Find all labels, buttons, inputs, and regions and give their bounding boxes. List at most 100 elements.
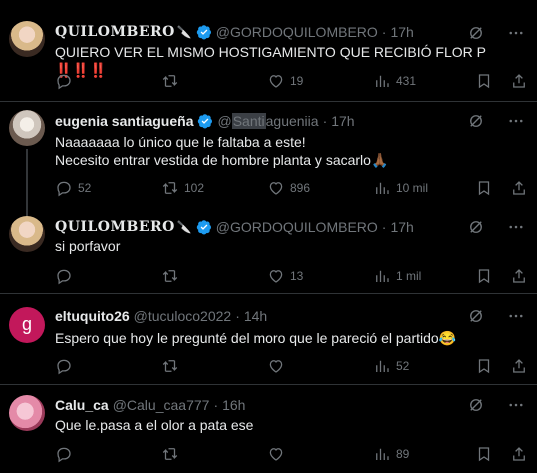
grok-icon[interactable] [467,112,485,130]
verified-badge-icon [196,220,211,235]
more-icon[interactable] [507,396,525,414]
tweet-1[interactable]: QUILOMBERO 🔪 @GORDOQUILOMBERO · 17h QUIE… [0,0,537,101]
views-button[interactable]: 89 [373,445,409,463]
share-button[interactable] [510,179,528,197]
thread-line [26,149,28,219]
knife-emoji: 🔪 [176,220,192,234]
share-button[interactable] [510,72,528,90]
tweet-text-body: QUIERO VER EL MISMO HOSTIGAMIENTO QUE RE… [55,44,486,60]
tweet-header: QUILOMBERO 🔪 @GORDOQUILOMBERO · 17h [55,218,414,236]
more-icon[interactable] [507,112,525,130]
bookmark-icon [478,269,490,284]
share-button[interactable] [510,357,528,375]
separator-dot: · [381,24,387,40]
display-name[interactable]: QUILOMBERO [55,219,175,235]
like-button[interactable]: 19 [267,72,303,90]
views-button[interactable]: 52 [373,357,409,375]
top-icons [467,24,525,42]
views-count: 431 [396,74,417,88]
views-button[interactable]: 431 [373,72,416,90]
tweet-4[interactable]: g eltuquito26 @tuculoco2022 · 14h Espero… [0,294,537,383]
reply-button[interactable] [55,267,78,285]
views-button[interactable]: 10 mil [373,179,428,197]
more-icon[interactable] [507,24,525,42]
views-button[interactable]: 1 mil [373,267,421,285]
display-name[interactable]: eltuquito26 [55,308,130,324]
display-name[interactable]: eugenia santiagueña [55,113,193,129]
like-icon [269,360,283,373]
retweet-icon [162,182,178,194]
verified-badge-icon [196,25,211,40]
bookmark-icon [478,447,490,462]
more-icon[interactable] [507,218,525,236]
like-button[interactable] [267,445,290,463]
reply-button[interactable] [55,357,78,375]
retweet-button[interactable] [161,357,184,375]
separator-dot: · [213,397,219,413]
bookmark-icon [478,359,490,374]
handle[interactable]: @Calu_caa777 [113,397,210,413]
tweet-header: eugenia santiagueña @Santiagueniia · 17h [55,112,355,130]
retweet-button[interactable]: 102 [161,179,204,197]
display-name[interactable]: QUILOMBERO [55,24,175,40]
like-icon [269,270,283,283]
reply-icon [57,181,71,197]
timestamp[interactable]: 17h [331,113,354,129]
share-button[interactable] [510,445,528,463]
bookmark-button[interactable] [475,357,493,375]
retweet-button[interactable] [161,445,184,463]
tweet-2[interactable]: eugenia santiagueña @Santiagueniia · 17h… [0,102,537,219]
avatar[interactable] [9,110,45,146]
retweet-icon [162,270,178,282]
like-button[interactable]: 896 [267,179,310,197]
tweet-3[interactable]: QUILOMBERO 🔪 @GORDOQUILOMBERO · 17h si p… [0,210,537,292]
avatar[interactable] [9,21,45,57]
bookmark-button[interactable] [475,72,493,90]
bookmark-button[interactable] [475,267,493,285]
retweet-count: 102 [184,181,205,195]
grok-icon[interactable] [467,396,485,414]
grok-icon[interactable] [467,24,485,42]
retweet-button[interactable] [161,267,184,285]
knife-emoji: 🔪 [176,25,192,39]
top-icons [467,307,525,325]
like-button[interactable] [267,357,290,375]
views-count: 1 mil [396,269,422,283]
bookmark-button[interactable] [475,179,493,197]
more-icon[interactable] [507,307,525,325]
grok-icon[interactable] [467,307,485,325]
like-button[interactable]: 13 [267,267,303,285]
handle[interactable]: @Santiagueniia [217,113,319,129]
share-icon [513,74,525,88]
retweet-icon [162,448,178,460]
share-button[interactable] [510,267,528,285]
avatar[interactable] [9,216,45,252]
retweet-button[interactable] [161,72,184,90]
grok-icon[interactable] [467,218,485,236]
handle[interactable]: @GORDOQUILOMBERO [216,219,378,235]
tweet-header: QUILOMBERO 🔪 @GORDOQUILOMBERO · 17h [55,23,414,41]
avatar[interactable]: g [9,307,45,343]
reply-button[interactable] [55,72,78,90]
timestamp[interactable]: 14h [244,308,267,324]
avatar[interactable] [9,395,45,431]
separator-dot: · [381,219,387,235]
bookmark-button[interactable] [475,445,493,463]
views-icon [376,75,389,87]
timestamp[interactable]: 17h [390,219,413,235]
tweet-text-line: Naaaaaaa lo único que le faltaba a este! [55,134,306,150]
handle[interactable]: @tuculoco2022 [134,308,232,324]
handle[interactable]: @GORDOQUILOMBERO [216,24,378,40]
tweet-actions: 52 [55,357,525,375]
bookmark-icon [478,74,490,89]
timestamp[interactable]: 17h [390,24,413,40]
tweet-header: eltuquito26 @tuculoco2022 · 14h [55,307,267,325]
tweet-5[interactable]: Calu_ca @Calu_caa777 · 16h Que le.pasa a… [0,385,537,473]
tweet-text-line: Necesito entrar vestida de hombre planta… [55,152,389,168]
like-count: 19 [290,74,304,88]
timestamp[interactable]: 16h [222,397,245,413]
reply-button[interactable] [55,445,78,463]
display-name[interactable]: Calu_ca [55,397,109,413]
reply-button[interactable]: 52 [55,179,91,197]
tweet-actions: 13 1 mil [55,267,525,285]
